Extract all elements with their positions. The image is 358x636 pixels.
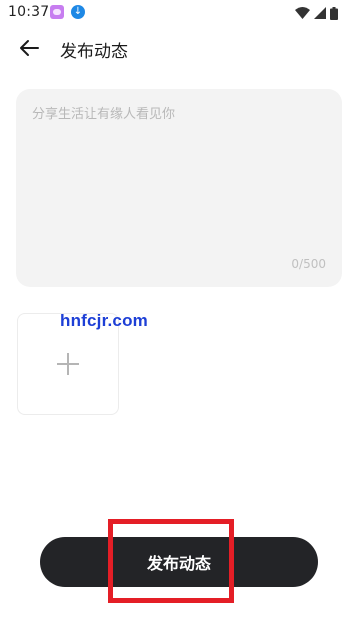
status-time: 10:37 (8, 4, 50, 20)
app-notification-icon (50, 5, 64, 19)
battery-icon (330, 6, 338, 20)
post-input-card: 0/500 (16, 89, 342, 287)
page-title: 发布动态 (60, 42, 128, 62)
char-counter: 0/500 (291, 257, 326, 271)
arrow-left-icon (20, 40, 39, 56)
plus-icon-vertical (67, 353, 69, 375)
status-bar: 10:37 ↓ (0, 0, 358, 26)
post-content-input[interactable] (32, 103, 328, 253)
publish-button[interactable]: 发布动态 (40, 537, 318, 587)
download-icon: ↓ (71, 5, 85, 19)
status-icons (295, 5, 338, 21)
back-button[interactable] (16, 36, 44, 60)
wifi-icon (295, 7, 310, 19)
watermark: hnfcjr.com (60, 311, 148, 330)
cellular-signal-icon (314, 7, 326, 19)
